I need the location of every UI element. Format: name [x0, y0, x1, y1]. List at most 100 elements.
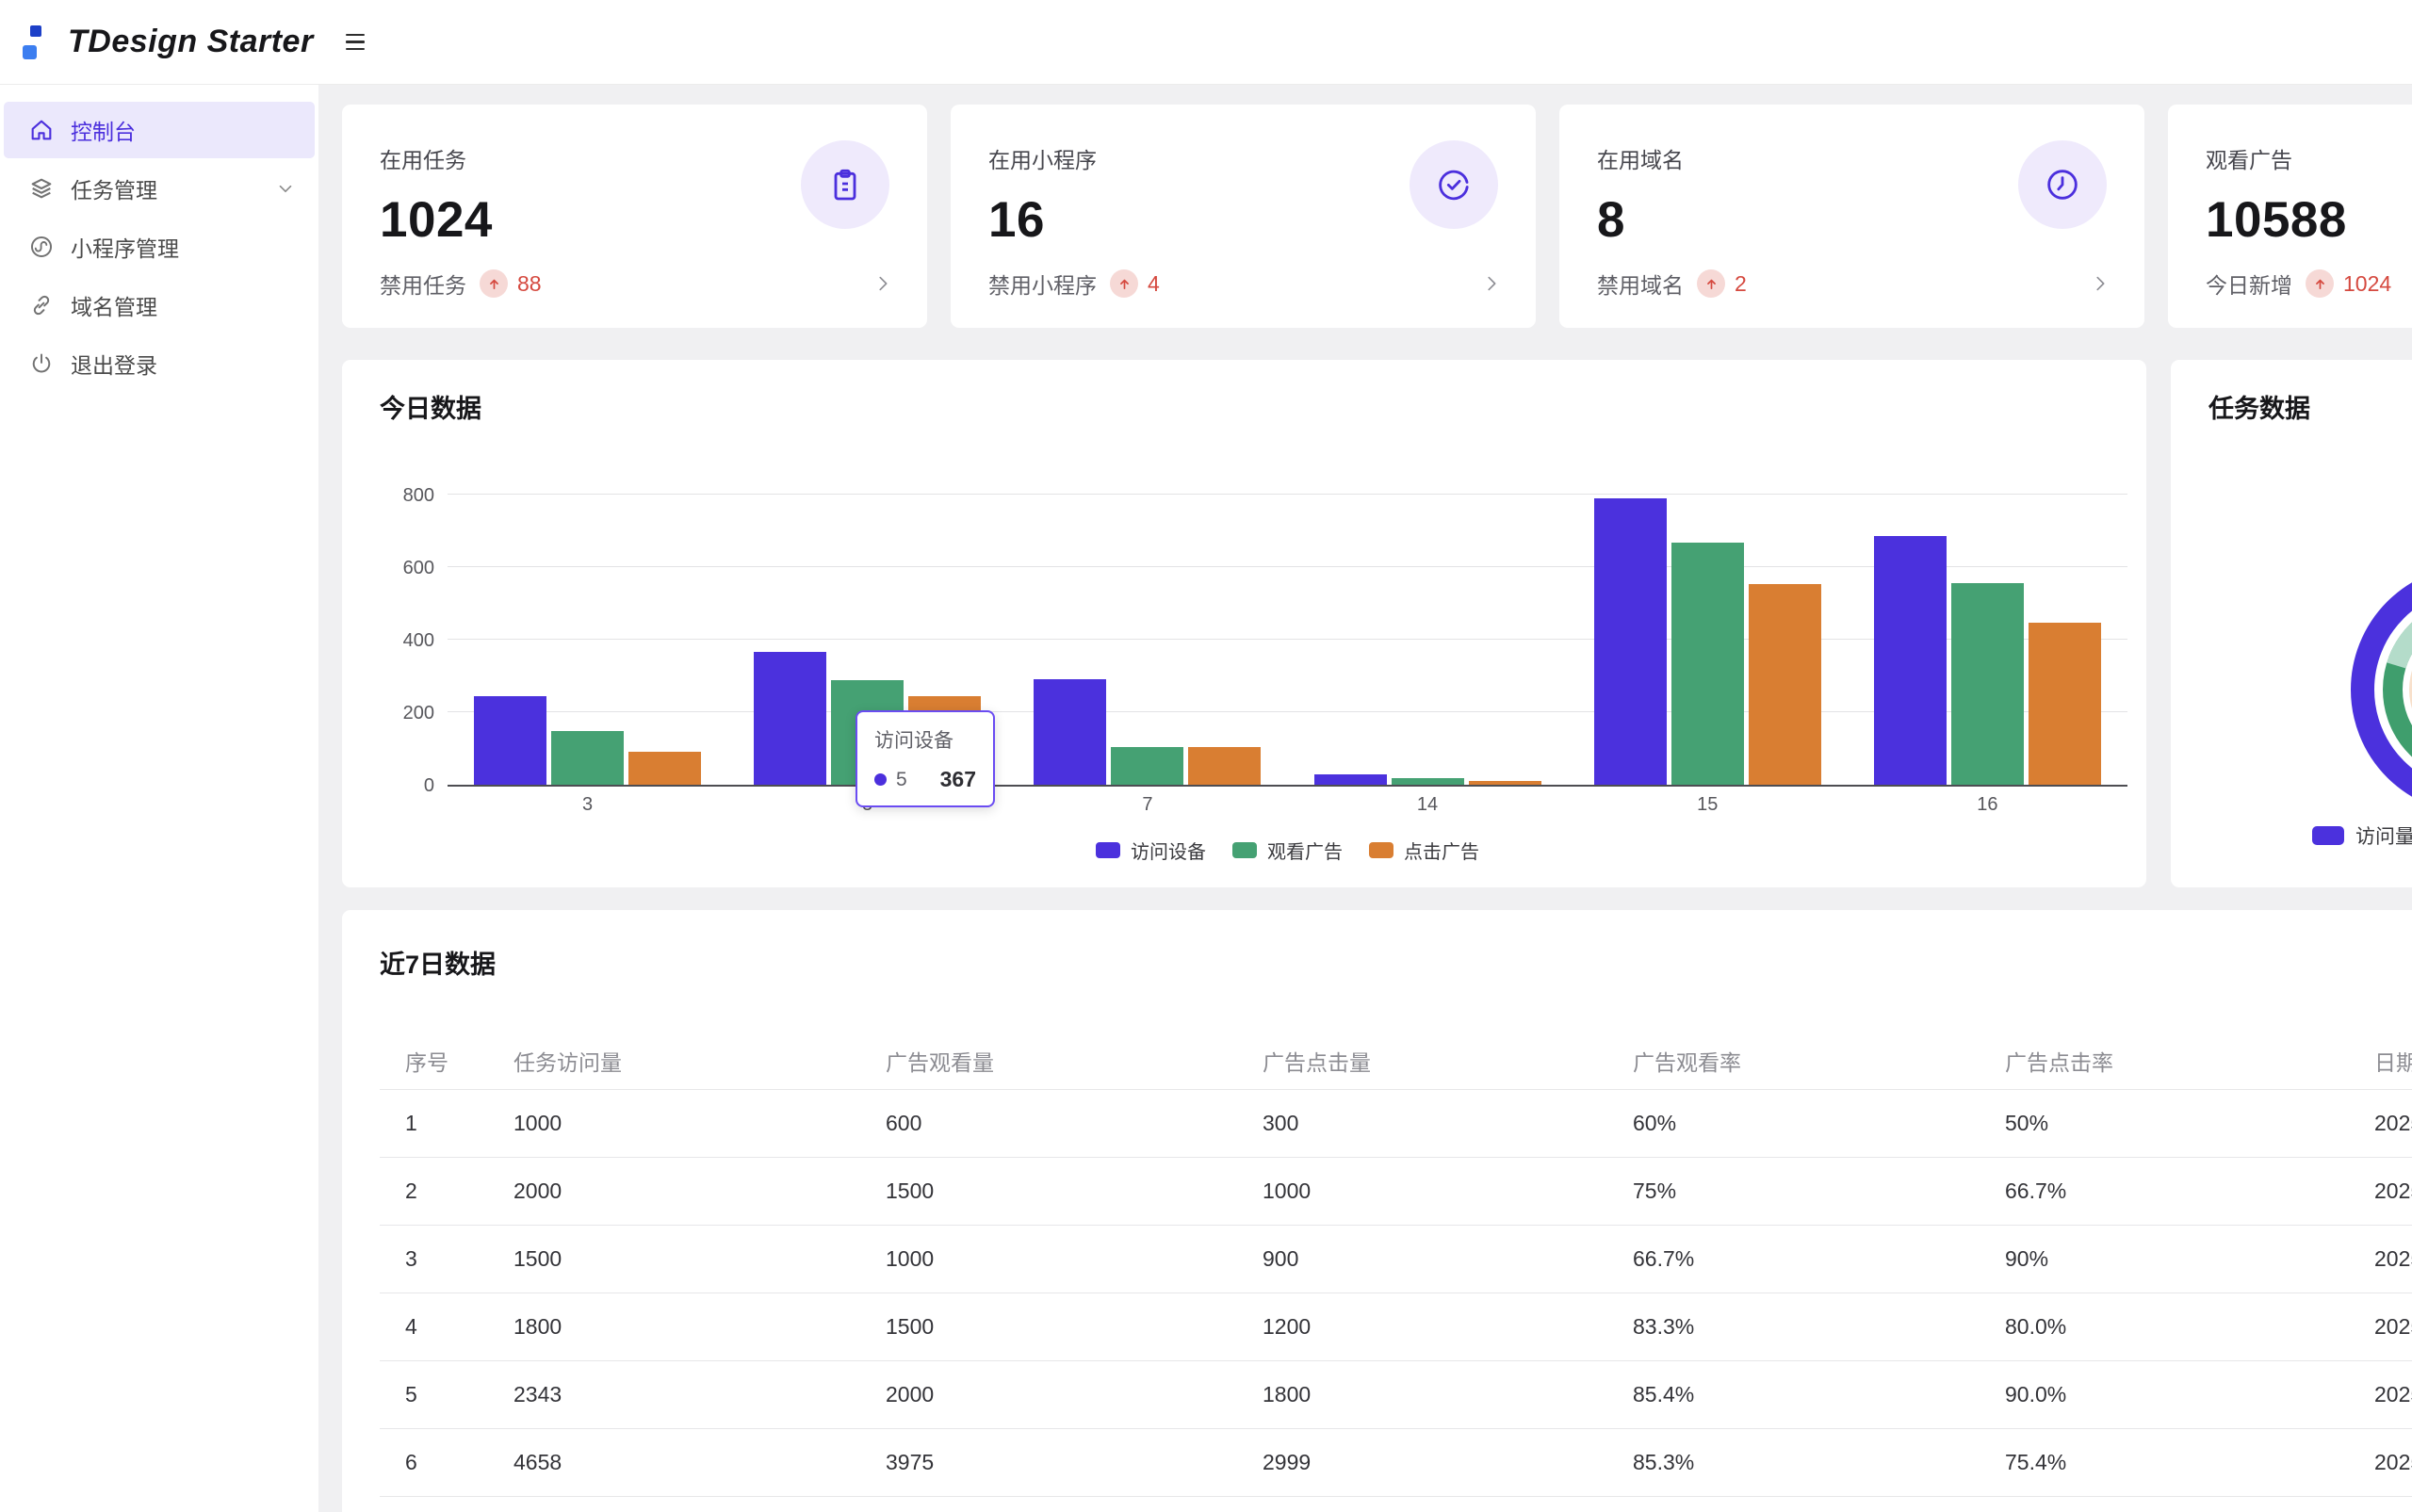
legend-swatch [1232, 842, 1257, 858]
y-tick-label: 400 [403, 630, 434, 652]
x-tick-label: 14 [1314, 794, 1540, 816]
chart-tooltip: 访问设备 5 367 [856, 710, 995, 807]
table-cell: 2025 [2374, 1314, 2412, 1340]
sidebar-item-label: 控制台 [71, 114, 136, 146]
chevron-right-icon[interactable] [2090, 273, 2110, 294]
bar-点击广告 [1188, 747, 1261, 785]
table-row: 523432000180085.4%90.0%2025 [380, 1361, 2412, 1429]
table-header-row: 序号任务访问量广告观看量广告点击量广告观看率广告点击率日期 [380, 1032, 2412, 1090]
stat-card-footer: 禁用任务 88 [380, 268, 893, 300]
trend-up-icon [480, 269, 508, 298]
chevron-right-icon[interactable] [872, 273, 893, 294]
link-icon [28, 292, 55, 318]
table-cell: 3975 [886, 1450, 1263, 1475]
legend-label: 观看广告 [1267, 837, 1343, 864]
table-cell: 1200 [1263, 1314, 1633, 1340]
stat-footer-value: 1024 [2343, 271, 2391, 297]
bar-访问设备 [1594, 498, 1667, 785]
stat-footer-value: 4 [1148, 271, 1160, 297]
column-header: 日期 [2374, 1045, 2412, 1077]
sidebar-item-域名管理[interactable]: 域名管理 [4, 277, 315, 333]
tooltip-category: 5 [896, 769, 907, 791]
today-data-card: 今日数据 0200400600800 357141516 访问设备观看广告点击广… [342, 360, 2146, 887]
stat-card-label: 观看广告 [2206, 142, 2412, 174]
logo-icon [23, 25, 45, 59]
dashboard-screen: TDesign Starter 控制台任务管理小程序管理域名管理退出登录 在用任… [0, 0, 2412, 1512]
stat-card-value: 10588 [2206, 191, 2412, 249]
task-data-card: 任务数据 访问量 [2171, 360, 2412, 887]
stat-footer-value: 2 [1735, 271, 1747, 297]
bar-访问设备 [1874, 536, 1947, 785]
sidebar-item-小程序管理[interactable]: 小程序管理 [4, 219, 315, 275]
column-header: 广告点击量 [1263, 1045, 1633, 1077]
data-table: 序号任务访问量广告观看量广告点击量广告观看率广告点击率日期11000600300… [380, 1032, 2412, 1497]
table-cell: 75.4% [2005, 1450, 2374, 1475]
sidebar-nav: 控制台任务管理小程序管理域名管理退出登录 [0, 85, 318, 1512]
bar-观看广告 [1111, 747, 1183, 785]
table-cell: 1500 [886, 1314, 1263, 1340]
table-cell: 85.3% [1633, 1450, 2005, 1475]
miniprogram-icon [28, 234, 55, 260]
column-header: 任务访问量 [513, 1045, 886, 1077]
trend-up-icon [2306, 269, 2334, 298]
stat-card-在用小程序: 在用小程序16禁用小程序4 [951, 105, 1536, 328]
sidebar-item-退出登录[interactable]: 退出登录 [4, 335, 315, 392]
legend-label: 访问量 [2355, 821, 2412, 850]
table-row: 220001500100075%66.7%2025 [380, 1158, 2412, 1226]
table-row: 31500100090066.7%90%2025 [380, 1226, 2412, 1293]
bar-chart: 0200400600800 [380, 496, 2127, 787]
app-logo[interactable]: TDesign Starter [23, 24, 314, 60]
x-tick-label: 3 [475, 794, 701, 816]
sidebar-item-控制台[interactable]: 控制台 [4, 102, 315, 158]
table-cell: 900 [1263, 1246, 1633, 1272]
power-icon [28, 350, 55, 377]
legend-swatch [1096, 842, 1120, 858]
bar-group [474, 696, 701, 785]
legend-item-访问设备[interactable]: 访问设备 [1096, 837, 1206, 864]
table-cell: 85.4% [1633, 1382, 2005, 1407]
trend-up-icon [1697, 269, 1725, 298]
table-cell: 80.0% [2005, 1314, 2374, 1340]
stat-card-观看广告: 观看广告10588今日新增1024 [2168, 105, 2412, 328]
legend-item-点击广告[interactable]: 点击广告 [1369, 837, 1479, 864]
bar-观看广告 [1951, 583, 2024, 785]
stat-card-footer: 禁用小程序 4 [988, 268, 1502, 300]
column-header: 序号 [405, 1045, 513, 1077]
table-cell: 4 [405, 1314, 513, 1340]
sidebar-item-任务管理[interactable]: 任务管理 [4, 160, 315, 217]
sidebar-item-label: 小程序管理 [71, 231, 179, 263]
table-cell: 1500 [886, 1179, 1263, 1204]
stat-footer-value: 88 [517, 271, 542, 297]
table-cell: 90.0% [2005, 1382, 2374, 1407]
top-header: TDesign Starter [0, 0, 2412, 85]
tooltip-value: 367 [940, 767, 976, 792]
bar-访问设备 [754, 652, 826, 785]
x-tick-label: 7 [1035, 794, 1261, 816]
table-cell: 2 [405, 1179, 513, 1204]
bar-点击广告 [628, 752, 701, 785]
bar-group [1594, 498, 1821, 785]
table-cell: 2025 [2374, 1179, 2412, 1204]
stat-footer-label: 禁用任务 [380, 268, 466, 300]
table-cell: 1 [405, 1111, 513, 1136]
table-cell: 2025 [2374, 1111, 2412, 1136]
last7days-title: 近7日数据 [380, 944, 2412, 981]
table-cell: 600 [886, 1111, 1263, 1136]
table-cell: 1800 [1263, 1382, 1633, 1407]
bar-group [1874, 536, 2101, 785]
bar-访问设备 [1034, 679, 1106, 785]
app-title: TDesign Starter [68, 24, 314, 60]
legend-item-观看广告[interactable]: 观看广告 [1232, 837, 1343, 864]
check-circle-icon [1410, 140, 1498, 229]
bar-访问设备 [474, 696, 546, 785]
menu-toggle-icon[interactable] [340, 28, 370, 57]
table-cell: 3 [405, 1246, 513, 1272]
donut-legend-item[interactable]: 访问量 [2312, 821, 2412, 850]
chevron-right-icon[interactable] [1481, 273, 1502, 294]
column-header: 广告点击率 [2005, 1045, 2374, 1077]
stat-footer-label: 禁用小程序 [988, 268, 1097, 300]
table-cell: 83.3% [1633, 1314, 2005, 1340]
table-cell: 2025 [2374, 1382, 2412, 1407]
bar-点击广告 [2029, 623, 2101, 785]
table-cell: 1000 [1263, 1179, 1633, 1204]
